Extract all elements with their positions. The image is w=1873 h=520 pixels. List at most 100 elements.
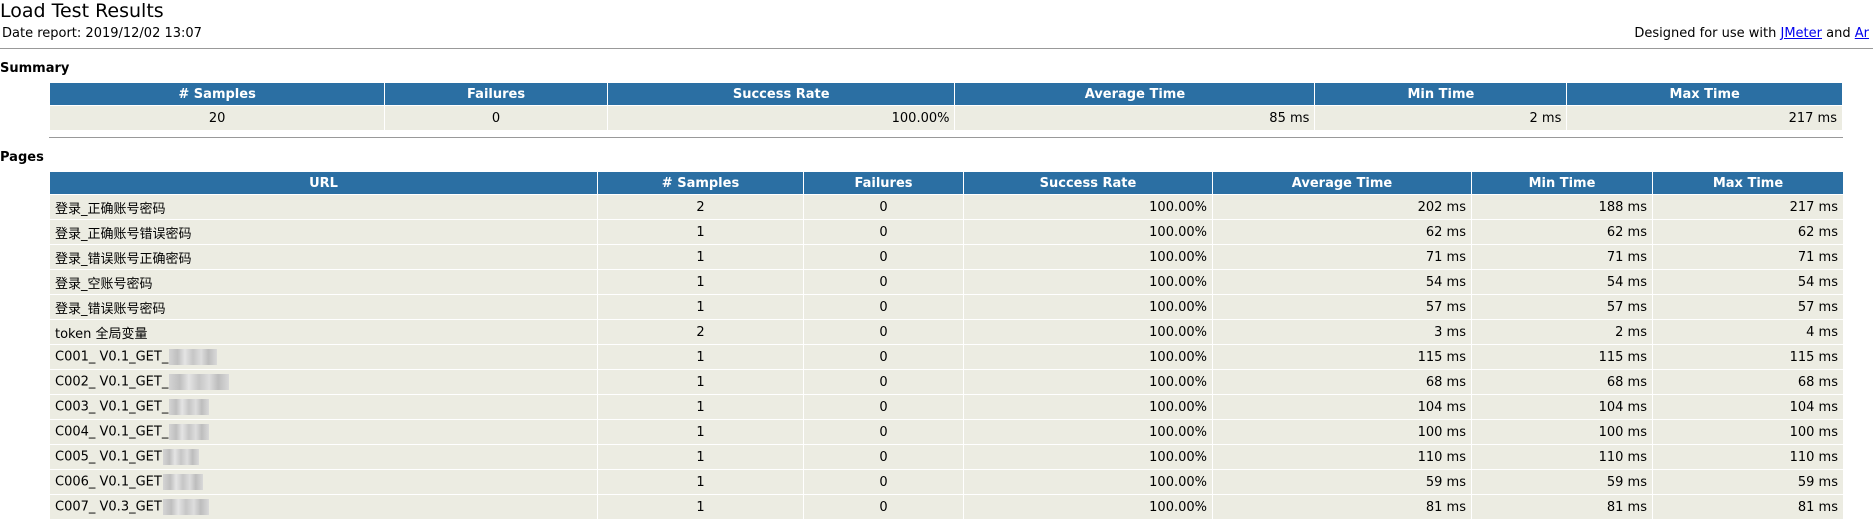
cell-max-time: 100 ms bbox=[1652, 419, 1844, 445]
cell-failures: 0 bbox=[803, 194, 964, 220]
redacted-mosaic bbox=[162, 499, 209, 515]
cell-samples: 1 bbox=[597, 244, 804, 270]
min-time-text: 59 ms bbox=[1606, 474, 1647, 490]
success-rate-text: 100.00% bbox=[1149, 224, 1207, 240]
cell-failures: 0 bbox=[803, 219, 964, 245]
url-text: 登录_空账号密码 bbox=[55, 276, 153, 292]
cell-success-rate: 100.00% bbox=[963, 369, 1213, 395]
cell-average-time: 59 ms bbox=[1212, 469, 1472, 495]
min-time-text: 188 ms bbox=[1598, 199, 1647, 215]
jmeter-link[interactable]: JMeter bbox=[1781, 26, 1823, 41]
cell-average-time: 115 ms bbox=[1212, 344, 1472, 370]
url-text: C001_ V0.1_GET_ bbox=[55, 349, 169, 365]
cell-url: C005_ V0.1_GET bbox=[49, 444, 598, 470]
cell-max-time: 54 ms bbox=[1652, 269, 1844, 295]
cell-success-rate: 100.00% bbox=[963, 419, 1213, 445]
cell-average-time: 100 ms bbox=[1212, 419, 1472, 445]
max-time-text: 59 ms bbox=[1797, 474, 1838, 490]
table-row: 登录_空账号密码 1 0 100.00% 54 ms 54 ms 54 ms bbox=[49, 269, 1844, 295]
report-date: Date report: 2019/12/02 13:07 bbox=[2, 26, 202, 41]
success-rate-text: 100.00% bbox=[1149, 299, 1207, 315]
cell-failures: 0 bbox=[803, 394, 964, 420]
samples-text: 1 bbox=[696, 424, 705, 440]
summary-table: # Samples Failures Success Rate Average … bbox=[48, 82, 1843, 131]
max-time-text: 57 ms bbox=[1797, 299, 1838, 315]
cell-max-time: 4 ms bbox=[1652, 319, 1844, 345]
summary-header-row: # Samples Failures Success Rate Average … bbox=[48, 82, 1843, 106]
min-time-text: 57 ms bbox=[1606, 299, 1647, 315]
success-rate-text: 100.00% bbox=[1149, 424, 1207, 440]
designed-for-note: Designed for use with JMeter and Ar bbox=[1634, 26, 1869, 42]
min-time-text: 71 ms bbox=[1606, 249, 1647, 265]
cell-url: C006_ V0.1_GET bbox=[49, 469, 598, 495]
min-time-text: 54 ms bbox=[1606, 274, 1647, 290]
failures-text: 0 bbox=[879, 424, 888, 440]
pages-col-max-time: Max Time bbox=[1652, 171, 1844, 195]
url-text: C006_ V0.1_GET bbox=[55, 474, 162, 490]
cell-success-rate: 100.00% bbox=[963, 494, 1213, 520]
samples-text: 1 bbox=[696, 249, 705, 265]
ant-link[interactable]: Ar bbox=[1855, 26, 1869, 41]
cell-success-rate: 100.00% bbox=[963, 244, 1213, 270]
cell-average-time: 54 ms bbox=[1212, 269, 1472, 295]
cell-max-time: 81 ms bbox=[1652, 494, 1844, 520]
cell-url: 登录_错误账号密码 bbox=[49, 294, 598, 320]
samples-text: 1 bbox=[696, 399, 705, 415]
url-text: 登录_错误账号正确密码 bbox=[55, 251, 192, 267]
failures-text: 0 bbox=[879, 324, 888, 340]
pages-col-failures: Failures bbox=[803, 171, 964, 195]
summary-col-max-time: Max Time bbox=[1566, 82, 1843, 106]
cell-success-rate: 100.00% bbox=[963, 394, 1213, 420]
cell-samples: 1 bbox=[597, 394, 804, 420]
table-row: C005_ V0.1_GET 1 0 100.00% 110 ms 110 ms 110 m… bbox=[49, 444, 1844, 470]
table-row: C002_ V0.1_GET_ 1 0 100.00% 68 ms 68 ms 68 ms bbox=[49, 369, 1844, 395]
samples-text: 1 bbox=[696, 474, 705, 490]
cell-success-rate: 100.00% bbox=[963, 219, 1213, 245]
cell-min-time: 81 ms bbox=[1471, 494, 1653, 520]
cell-max-time: 59 ms bbox=[1652, 469, 1844, 495]
cell-success-rate: 100.00% bbox=[963, 469, 1213, 495]
pages-heading: Pages bbox=[0, 150, 44, 165]
min-time-text: 68 ms bbox=[1606, 374, 1647, 390]
summary-min-time: 2 ms bbox=[1314, 105, 1568, 131]
cell-min-time: 62 ms bbox=[1471, 219, 1653, 245]
summary-col-success-rate: Success Rate bbox=[606, 82, 956, 106]
success-rate-text: 100.00% bbox=[1149, 474, 1207, 490]
cell-failures: 0 bbox=[803, 244, 964, 270]
summary-success-rate: 100.00% bbox=[606, 105, 956, 131]
samples-text: 1 bbox=[696, 224, 705, 240]
cell-samples: 1 bbox=[597, 419, 804, 445]
cell-min-time: 115 ms bbox=[1471, 344, 1653, 370]
cell-average-time: 3 ms bbox=[1212, 319, 1472, 345]
url-text: C003_ V0.1_GET_ bbox=[55, 399, 169, 415]
table-row: C006_ V0.1_GET 1 0 100.00% 59 ms 59 ms 59 ms bbox=[49, 469, 1844, 495]
cell-max-time: 115 ms bbox=[1652, 344, 1844, 370]
report-title: Load Test Results bbox=[0, 0, 164, 22]
url-text: C004_ V0.1_GET_ bbox=[55, 424, 169, 440]
cell-min-time: 188 ms bbox=[1471, 194, 1653, 220]
summary-col-average-time: Average Time bbox=[954, 82, 1316, 106]
failures-text: 0 bbox=[879, 199, 888, 215]
cell-min-time: 100 ms bbox=[1471, 419, 1653, 445]
redacted-mosaic bbox=[169, 399, 210, 415]
url-text: 登录_正确账号错误密码 bbox=[55, 226, 192, 242]
cell-average-time: 57 ms bbox=[1212, 294, 1472, 320]
cell-failures: 0 bbox=[803, 444, 964, 470]
failures-text: 0 bbox=[879, 374, 888, 390]
cell-failures: 0 bbox=[803, 269, 964, 295]
url-text: token 全局变量 bbox=[55, 326, 148, 342]
max-time-text: 68 ms bbox=[1797, 374, 1838, 390]
redacted-mosaic bbox=[169, 374, 230, 390]
min-time-text: 81 ms bbox=[1606, 499, 1647, 515]
cell-failures: 0 bbox=[803, 294, 964, 320]
failures-text: 0 bbox=[879, 349, 888, 365]
average-time-text: 71 ms bbox=[1425, 249, 1466, 265]
table-row: C004_ V0.1_GET_ 1 0 100.00% 100 ms 100 ms 100 … bbox=[49, 419, 1844, 445]
average-time-text: 54 ms bbox=[1425, 274, 1466, 290]
cell-samples: 2 bbox=[597, 319, 804, 345]
average-time-text: 62 ms bbox=[1425, 224, 1466, 240]
average-time-text: 81 ms bbox=[1425, 499, 1466, 515]
min-time-text: 104 ms bbox=[1598, 399, 1647, 415]
success-rate-text: 100.00% bbox=[1149, 399, 1207, 415]
cell-success-rate: 100.00% bbox=[963, 269, 1213, 295]
